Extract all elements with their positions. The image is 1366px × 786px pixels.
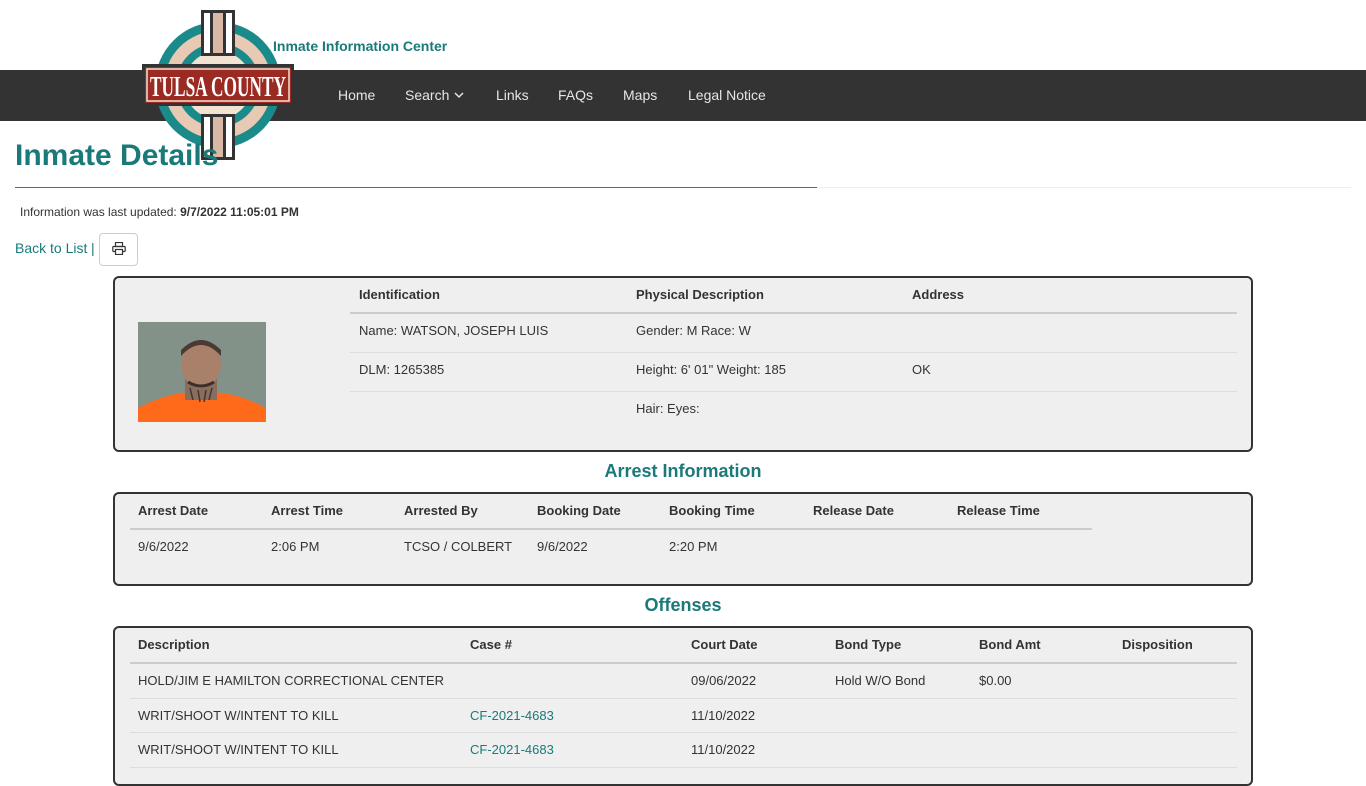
header-divider	[130, 662, 1237, 664]
nav-faqs[interactable]: FAQs	[558, 87, 593, 103]
nav-home[interactable]: Home	[338, 87, 375, 103]
nav-search-label: Search	[405, 87, 450, 103]
identity-panel: Identification Physical Description Addr…	[113, 276, 1253, 452]
row-divider	[130, 698, 1237, 699]
logo-text: TULSA COUNTY	[150, 71, 286, 103]
offense-bond-type: Hold W/O Bond	[835, 673, 926, 688]
arrest-date-header: Arrest Date	[138, 503, 209, 518]
case-link[interactable]: CF-2021-4683	[470, 708, 554, 723]
inmate-photo	[138, 322, 266, 422]
bond-type-header: Bond Type	[835, 637, 902, 652]
nav-maps[interactable]: Maps	[623, 87, 657, 103]
offense-bond-amt: $0.00	[979, 673, 1012, 688]
offense-court-date: 09/06/2022	[691, 673, 757, 688]
last-updated-label: Information was last updated:	[20, 205, 177, 219]
address-header: Address	[912, 287, 965, 302]
court-date-header: Court Date	[691, 637, 758, 652]
arrested-by: TCSO / COLBERT	[404, 539, 513, 554]
offense-description: HOLD/JIM E HAMILTON CORRECTIONAL CENTER	[138, 673, 445, 688]
offenses-title: Offenses	[644, 595, 722, 615]
header-divider	[350, 312, 1237, 314]
site-title[interactable]: Inmate Information Center	[273, 38, 447, 54]
identification-header: Identification	[359, 287, 440, 302]
offense-court-date: 11/10/2022	[691, 708, 756, 723]
description-header: Description	[138, 637, 210, 652]
offense-court-date: 11/10/2022	[691, 742, 756, 757]
offense-description: WRIT/SHOOT W/INTENT TO KILL	[138, 742, 339, 757]
gender-race: Gender: M Race: W	[636, 323, 751, 338]
booking-time-header: Booking Time	[669, 503, 755, 518]
arrest-date: 9/6/2022	[138, 539, 189, 554]
link-separator: |	[91, 240, 95, 256]
nav-links[interactable]: Links	[496, 87, 529, 103]
row-divider	[130, 732, 1237, 733]
booking-date: 9/6/2022	[537, 539, 588, 554]
print-icon	[111, 241, 126, 258]
last-updated: Information was last updated: 9/7/2022 1…	[20, 205, 299, 219]
offense-case[interactable]: CF-2021-4683	[470, 742, 554, 757]
header-divider	[130, 528, 1092, 530]
release-date-header: Release Date	[813, 503, 894, 518]
booking-time: 2:20 PM	[669, 539, 718, 554]
last-updated-value: 9/7/2022 11:05:01 PM	[180, 205, 299, 219]
nav-legal-notice[interactable]: Legal Notice	[688, 87, 766, 103]
offenses-panel: Description Case # Court Date Bond Type …	[113, 626, 1253, 786]
chevron-down-icon	[454, 91, 464, 101]
page-title: Inmate Details	[15, 139, 219, 172]
title-divider	[15, 187, 817, 188]
address-line-2: OK	[912, 362, 931, 377]
arrest-information-title: Arrest Information	[604, 461, 762, 481]
bond-amt-header: Bond Amt	[979, 637, 1041, 652]
inmate-dlm: DLM: 1265385	[359, 362, 445, 377]
hair-eyes: Hair: Eyes:	[636, 401, 700, 416]
physical-description-header: Physical Description	[636, 287, 764, 302]
back-to-list-link[interactable]: Back to List	[15, 240, 87, 256]
release-time-header: Release Time	[957, 503, 1040, 518]
booking-date-header: Booking Date	[537, 503, 621, 518]
nav-search[interactable]: Search	[405, 87, 464, 103]
offense-case[interactable]: CF-2021-4683	[470, 708, 554, 723]
print-button[interactable]	[99, 233, 138, 266]
arrest-time: 2:06 PM	[271, 539, 320, 554]
disposition-header: Disposition	[1122, 637, 1193, 652]
case-number-header: Case #	[470, 637, 512, 652]
arrest-panel: Arrest Date Arrest Time Arrested By Book…	[113, 492, 1253, 586]
height-weight: Height: 6' 01" Weight: 185	[636, 362, 786, 377]
row-divider	[350, 352, 1237, 353]
row-divider	[350, 391, 1237, 392]
arrest-time-header: Arrest Time	[271, 503, 344, 518]
arrested-by-header: Arrested By	[404, 503, 478, 518]
offense-description: WRIT/SHOOT W/INTENT TO KILL	[138, 708, 339, 723]
title-divider-light	[817, 187, 1351, 188]
inmate-name: Name: WATSON, JOSEPH LUIS	[359, 323, 549, 338]
case-link[interactable]: CF-2021-4683	[470, 742, 554, 757]
